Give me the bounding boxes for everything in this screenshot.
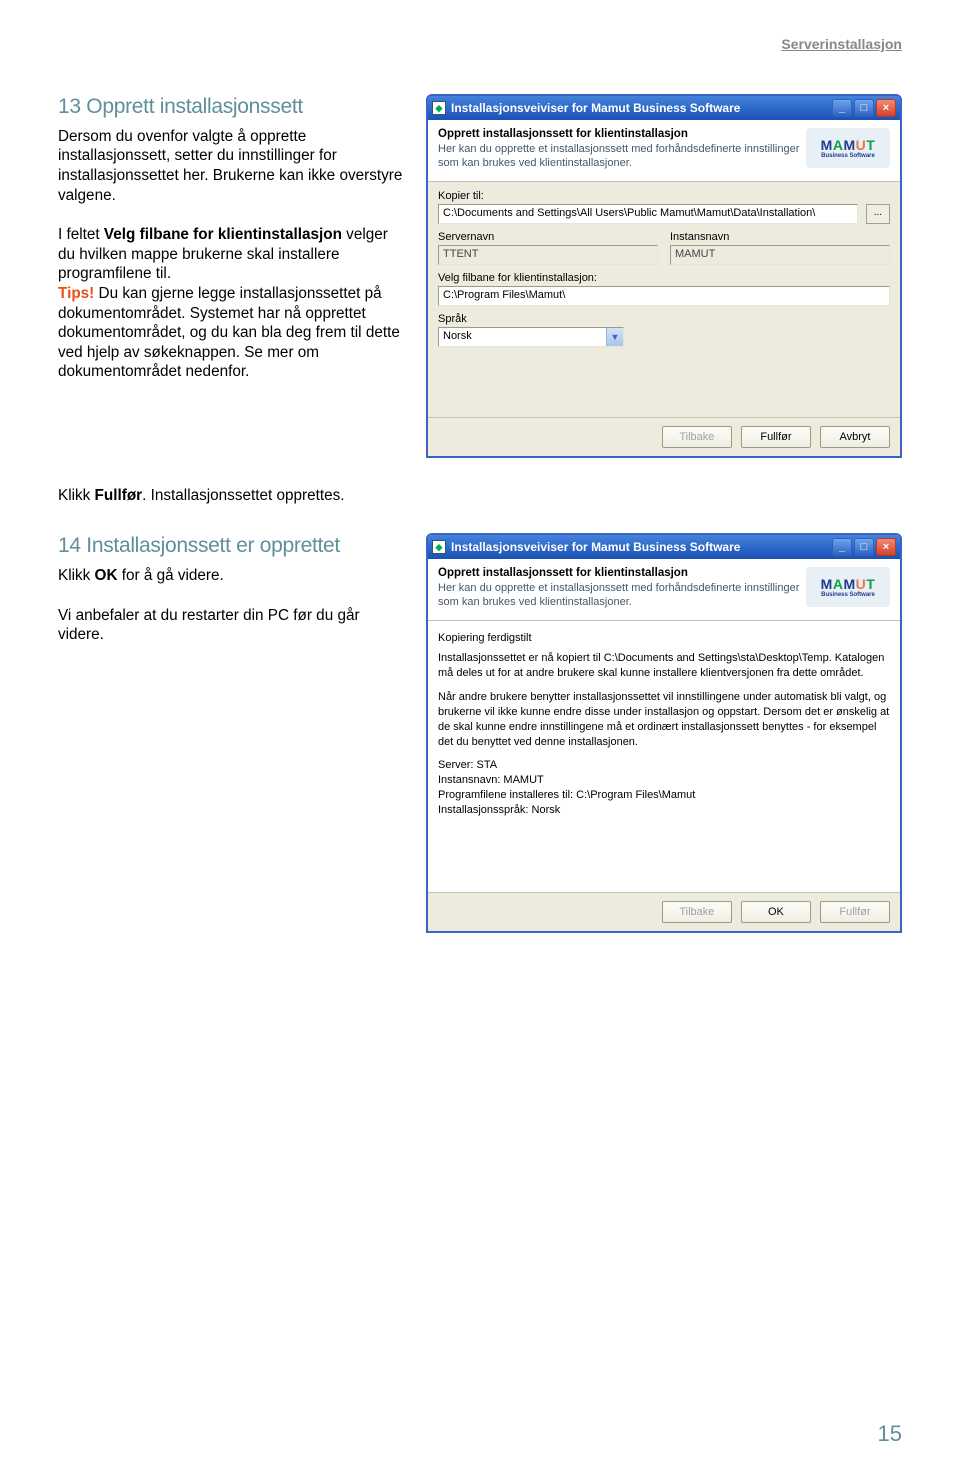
window-title: Installasjonsveiviser for Mamut Business…	[451, 101, 830, 115]
section-13-p2: I feltet Velg filbane for klientinstalla…	[58, 225, 408, 382]
tips-label: Tips!	[58, 285, 94, 302]
msg-p1: Installasjonssettet er nå kopiert til C:…	[438, 651, 890, 681]
section-14-p2: Vi anbefaler at du restarter din PC før …	[58, 606, 408, 645]
p1-bold: OK	[95, 567, 118, 584]
tilbake-button: Tilbake	[662, 901, 732, 923]
section-14-p1: Klikk OK for å gå videre.	[58, 566, 408, 586]
wizard-form: Kopier til: C:\Documents and Settings\Al…	[428, 182, 900, 417]
section-13-p1: Dersom du ovenfor valgte å opprette inst…	[58, 127, 408, 205]
label-servernavn: Servernavn	[438, 231, 658, 243]
minimize-icon[interactable]: _	[832, 99, 852, 117]
titlebar-2: ◆ Installasjonsveiviser for Mamut Busine…	[428, 535, 900, 559]
label-kopier: Kopier til:	[438, 190, 890, 202]
mamut-logo: MAMUT Business Software	[806, 567, 890, 607]
kv-server: Server: STA	[438, 758, 890, 773]
titlebar: ◆ Installasjonsveiviser for Mamut Busine…	[428, 96, 900, 120]
maximize-icon[interactable]: □	[854, 538, 874, 556]
label-instansnavn: Instansnavn	[670, 231, 890, 243]
mamut-logo: MAMUT Business Software	[806, 128, 890, 168]
app-icon: ◆	[432, 101, 446, 115]
fullfor-button: Fullfør	[820, 901, 890, 923]
section-13-text: 13 Opprett installasjonssett Dersom du o…	[58, 94, 408, 458]
p2-pre: I feltet	[58, 226, 104, 243]
p3-post: . Installasjonssettet opprettes.	[142, 487, 344, 504]
logo-subtitle: Business Software	[821, 592, 875, 598]
select-sprak[interactable]: Norsk	[438, 327, 624, 347]
wizard-message-body: Kopiering ferdigstilt Installasjonssette…	[428, 621, 900, 892]
wizard-button-row-2: Tilbake OK Fullfør	[428, 892, 900, 931]
logo-subtitle: Business Software	[821, 153, 875, 159]
avbryt-button[interactable]: Avbryt	[820, 426, 890, 448]
tips-text: Du kan gjerne legge installasjonssettet …	[58, 285, 400, 380]
kv-instans: Instansnavn: MAMUT	[438, 773, 890, 788]
p1-post: for å gå videre.	[118, 567, 224, 584]
input-servernavn: TTENT	[438, 245, 658, 265]
status-label: Kopiering ferdigstilt	[438, 631, 890, 646]
input-kopier-til[interactable]: C:\Documents and Settings\All Users\Publ…	[438, 204, 858, 224]
label-sprak: Språk	[438, 313, 890, 325]
tilbake-button: Tilbake	[662, 426, 732, 448]
kv-programfiler: Programfilene installeres til: C:\Progra…	[438, 788, 890, 803]
input-instansnavn: MAMUT	[670, 245, 890, 265]
section-13-p3: Klikk Fullfør. Installasjonssettet oppre…	[58, 486, 902, 506]
window-title-2: Installasjonsveiviser for Mamut Business…	[451, 540, 830, 554]
page-number: 15	[878, 1421, 902, 1447]
app-icon: ◆	[432, 540, 446, 554]
input-filbane[interactable]: C:\Program Files\Mamut\	[438, 286, 890, 306]
minimize-icon[interactable]: _	[832, 538, 852, 556]
section-14-heading: 14 Installasjonssett er opprettet	[58, 533, 408, 560]
wizard-window-create-set: ◆ Installasjonsveiviser for Mamut Busine…	[426, 94, 902, 458]
chevron-down-icon[interactable]: ▼	[606, 328, 623, 346]
label-filbane: Velg filbane for klientinstallasjon:	[438, 272, 890, 284]
wizard-head-desc: Her kan du opprette et installasjonssett…	[438, 143, 800, 171]
wizard-head-desc-2: Her kan du opprette et installasjonssett…	[438, 582, 800, 610]
maximize-icon[interactable]: □	[854, 99, 874, 117]
page-header-category: Serverinstallasjon	[58, 36, 902, 58]
wizard-head-title: Opprett installasjonssett for klientinst…	[438, 128, 800, 140]
section-13-heading: 13 Opprett installasjonssett	[58, 94, 408, 121]
msg-p2: Når andre brukere benytter installasjons…	[438, 690, 890, 749]
kv-sprak: Installasjonsspråk: Norsk	[438, 803, 890, 818]
section-14-text: 14 Installasjonssett er opprettet Klikk …	[58, 533, 408, 933]
p1-pre: Klikk	[58, 567, 95, 584]
p2-bold: Velg filbane for klientinstallasjon	[104, 226, 342, 243]
p3-pre: Klikk	[58, 487, 95, 504]
wizard-button-row: Tilbake Fullfør Avbryt	[428, 417, 900, 456]
close-icon[interactable]: ×	[876, 99, 896, 117]
close-icon[interactable]: ×	[876, 538, 896, 556]
wizard-header: Opprett installasjonssett for klientinst…	[428, 120, 900, 182]
ok-button[interactable]: OK	[741, 901, 811, 923]
wizard-header-2: Opprett installasjonssett for klientinst…	[428, 559, 900, 621]
p3-bold: Fullfør	[95, 487, 143, 504]
wizard-head-title-2: Opprett installasjonssett for klientinst…	[438, 567, 800, 579]
fullfor-button[interactable]: Fullfør	[741, 426, 811, 448]
wizard-window-set-created: ◆ Installasjonsveiviser for Mamut Busine…	[426, 533, 902, 933]
browse-button[interactable]: ...	[866, 204, 890, 224]
